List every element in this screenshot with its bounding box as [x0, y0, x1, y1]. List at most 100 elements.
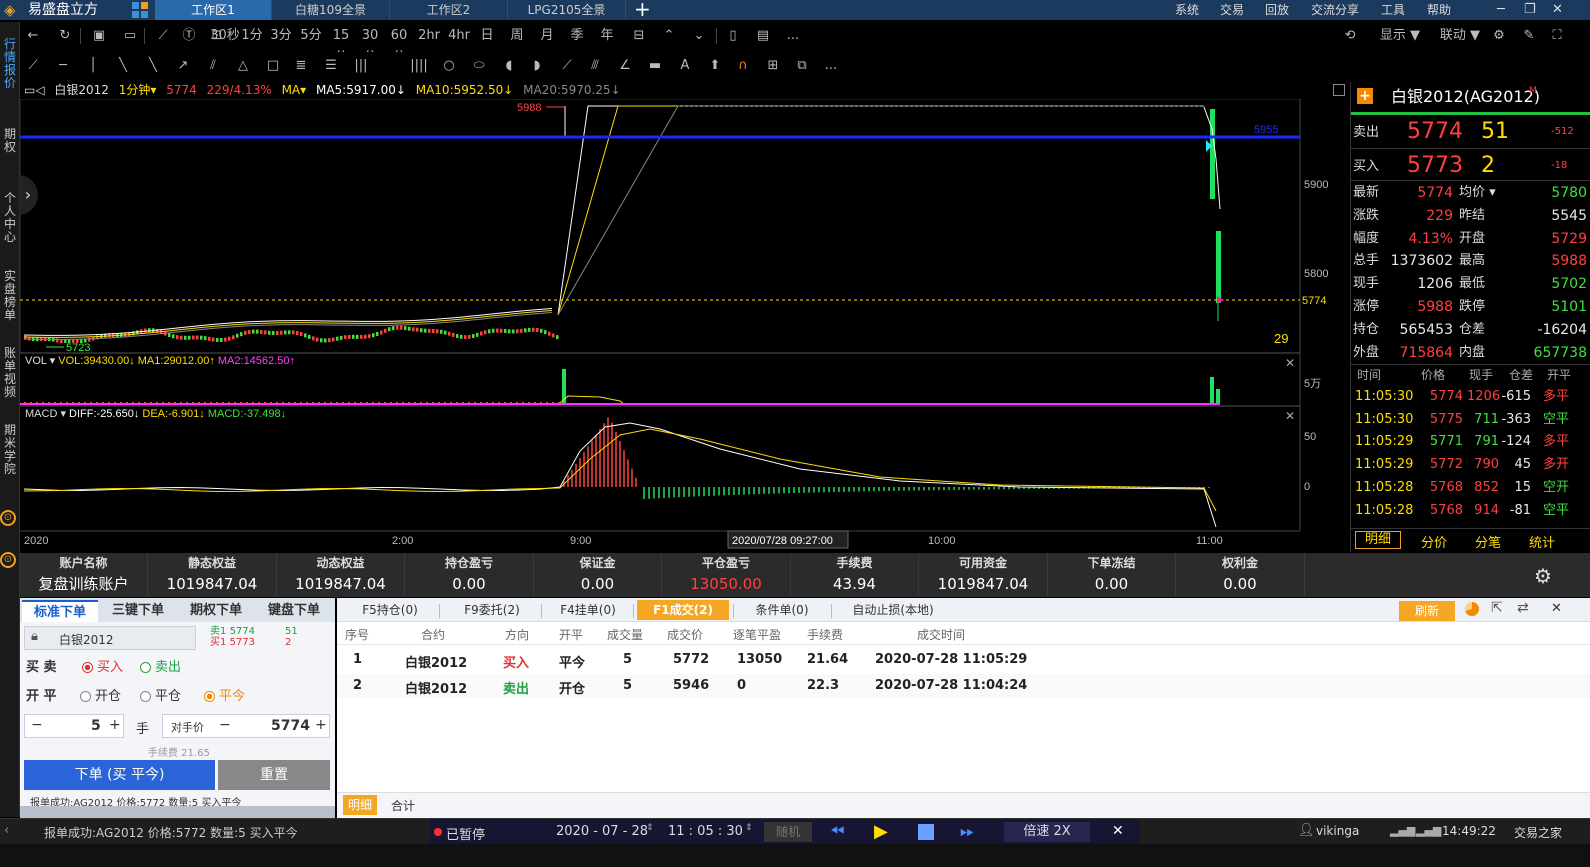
period-day[interactable]: 日	[478, 25, 496, 47]
workspace-grid-icon[interactable]	[132, 2, 150, 18]
split-icon[interactable]: ▯	[724, 25, 742, 47]
list-tab[interactable]: 条件单(0)	[737, 600, 827, 620]
tab-sugar-panorama[interactable]: 白糖109全景	[272, 0, 390, 20]
draw-gann-icon[interactable]: ☰	[322, 55, 340, 77]
draw-ruler-icon[interactable]: ▬	[646, 55, 664, 77]
period-5m[interactable]: 5分	[300, 25, 322, 47]
price-type[interactable]: 对手价	[171, 719, 204, 735]
draw-segment-icon[interactable]: ⟋	[24, 55, 42, 77]
draw-cycle2-icon[interactable]: ||||	[408, 55, 430, 77]
draw-ellipse-icon[interactable]: ⬭	[470, 55, 488, 77]
display-dropdown[interactable]: 显示 ▼	[1376, 25, 1424, 47]
fast-forward-icon[interactable]: ⏩︎	[960, 821, 974, 842]
sync-icon[interactable]: ⟲	[1340, 25, 1360, 47]
menu-help[interactable]: 帮助	[1427, 0, 1451, 20]
restore-icon[interactable]: ❐	[1524, 0, 1536, 20]
close-replay-icon[interactable]: ✕	[1112, 823, 1124, 839]
draw-image-icon[interactable]: ⧉	[792, 55, 812, 77]
tab-workspace-2[interactable]: 工作区2	[390, 0, 508, 20]
sidebar-badge-icon[interactable]: ⊙	[0, 510, 16, 526]
layout-icon[interactable]: ▤	[754, 25, 772, 47]
sidebar-item-videos[interactable]: 账单视频	[2, 347, 18, 399]
radio-sell[interactable]: 卖出	[140, 656, 181, 675]
text-icon[interactable]: Ⓣ	[180, 25, 198, 47]
period-week[interactable]: 周	[508, 25, 526, 47]
refresh-icon[interactable]: ↻	[56, 25, 74, 47]
draw-arc2-icon[interactable]: ◗	[528, 55, 546, 77]
menu-system[interactable]: 系统	[1175, 0, 1199, 20]
draw-cycle-icon[interactable]: |||	[350, 55, 372, 77]
period-2hr[interactable]: 2hr	[416, 25, 442, 47]
qty-minus-icon[interactable]: −	[31, 717, 43, 733]
period-4hr[interactable]: 4hr	[446, 25, 472, 47]
draw-hline-icon[interactable]: ─	[54, 55, 72, 77]
sidebar-item-options[interactable]: 期权	[2, 128, 18, 154]
tab-keyboard-order[interactable]: 键盘下单	[256, 600, 332, 622]
draw-rect-icon[interactable]: □	[264, 55, 282, 77]
draw-triangle-icon[interactable]: △	[234, 55, 252, 77]
save-icon[interactable]: ▣	[90, 25, 108, 47]
period-1m[interactable]: 1分	[241, 25, 263, 47]
lock-icon[interactable]: 🔒︎	[31, 629, 38, 644]
tab-stats[interactable]: 统计	[1519, 532, 1565, 551]
zoom-in-icon[interactable]: ⌃	[660, 25, 678, 47]
play-icon[interactable]: ▶	[874, 821, 888, 842]
kline-chart[interactable]: 5988 5723 5955 5774 5900 5800 29 VOL ▾ V…	[20, 99, 1350, 553]
stop-icon[interactable]	[918, 824, 934, 840]
qty-plus-icon[interactable]: +	[109, 717, 121, 733]
macd-close-icon[interactable]: ✕	[1285, 409, 1295, 423]
sidebar-item-personal[interactable]: 个人中心	[2, 192, 18, 244]
quantity-stepper[interactable]: − 5 +	[24, 714, 124, 738]
draw-table-icon[interactable]: ⊞	[764, 55, 782, 77]
draw-circle-icon[interactable]: ○	[440, 55, 458, 77]
tab-price-dist[interactable]: 分价	[1411, 532, 1457, 551]
chart-maximize-icon[interactable]	[1333, 84, 1345, 96]
tab-workspace-1[interactable]: 工作区1	[155, 0, 272, 20]
sell-price[interactable]: 5774	[1407, 118, 1463, 146]
link-dropdown[interactable]: 联动 ▼	[1436, 25, 1484, 47]
draw-parallel-icon[interactable]: ⫽	[204, 55, 222, 77]
pie-chart-icon[interactable]	[1465, 602, 1479, 616]
draw-angle-icon[interactable]: ∠	[616, 55, 634, 77]
time-spin-icon[interactable]: ⇕	[745, 823, 753, 833]
collapse-icon[interactable]: ‹	[4, 823, 9, 838]
radio-close-today[interactable]: 平今	[204, 685, 245, 704]
more-tools[interactable]: ...	[784, 25, 802, 47]
draw-arrow-icon[interactable]: ↗	[174, 55, 192, 77]
symbol-selector[interactable]: 🔒︎ 白银2012	[24, 626, 196, 650]
tab-standard-order[interactable]: 标准下单	[22, 600, 98, 622]
draw-ray-icon[interactable]: ╲	[114, 55, 132, 77]
list-tab[interactable]: 自动止损(本地)	[837, 600, 949, 620]
draw-fib-icon[interactable]: ≣	[292, 55, 310, 77]
add-tab-icon[interactable]: +	[634, 0, 651, 20]
period-60m[interactable]: 60分	[385, 25, 413, 65]
tab-detail[interactable]: 明细	[1355, 531, 1401, 549]
replay-time[interactable]: 11 : 05 : 30	[668, 824, 743, 839]
ma-indicator[interactable]: MA	[282, 83, 301, 97]
sidebar-badge-icon-2[interactable]: ⊙	[0, 552, 16, 568]
tab-lpg-panorama[interactable]: LPG2105全景	[508, 0, 626, 20]
period-15m[interactable]: 15分	[327, 25, 355, 65]
draw-text-icon[interactable]: A	[676, 55, 694, 77]
price-stepper[interactable]: 对手价 − 5774 +	[162, 714, 330, 738]
sidebar-item-quotes[interactable]: 行情报价	[2, 38, 18, 90]
radio-open[interactable]: 开仓	[80, 685, 121, 704]
period-3m[interactable]: 3分	[270, 25, 292, 47]
popout-icon[interactable]: ⇱	[1491, 600, 1503, 616]
menu-tools[interactable]: 工具	[1381, 0, 1405, 20]
swap-icon[interactable]: ⇄	[1517, 600, 1529, 616]
menu-trade[interactable]: 交易	[1220, 0, 1244, 20]
settings-icon[interactable]: ⚙	[1490, 25, 1508, 47]
line-chart-icon[interactable]: ⟋	[154, 25, 172, 47]
buy-price[interactable]: 5773	[1407, 152, 1463, 180]
list-tab-summary[interactable]: 合计	[391, 797, 415, 814]
pen-icon[interactable]: ✎	[1520, 25, 1538, 47]
back-icon[interactable]: ←	[24, 25, 42, 47]
period-season[interactable]: 季	[568, 25, 586, 47]
list-tab[interactable]: F4挂单(0)	[547, 600, 629, 620]
draw-vline-icon[interactable]: │	[84, 55, 102, 77]
menu-share[interactable]: 交流分享	[1311, 0, 1359, 20]
fullscreen-icon[interactable]: ⛶	[1548, 25, 1566, 47]
price-minus-icon[interactable]: −	[219, 717, 231, 733]
draw-fan-icon[interactable]: ⫻	[586, 55, 604, 77]
